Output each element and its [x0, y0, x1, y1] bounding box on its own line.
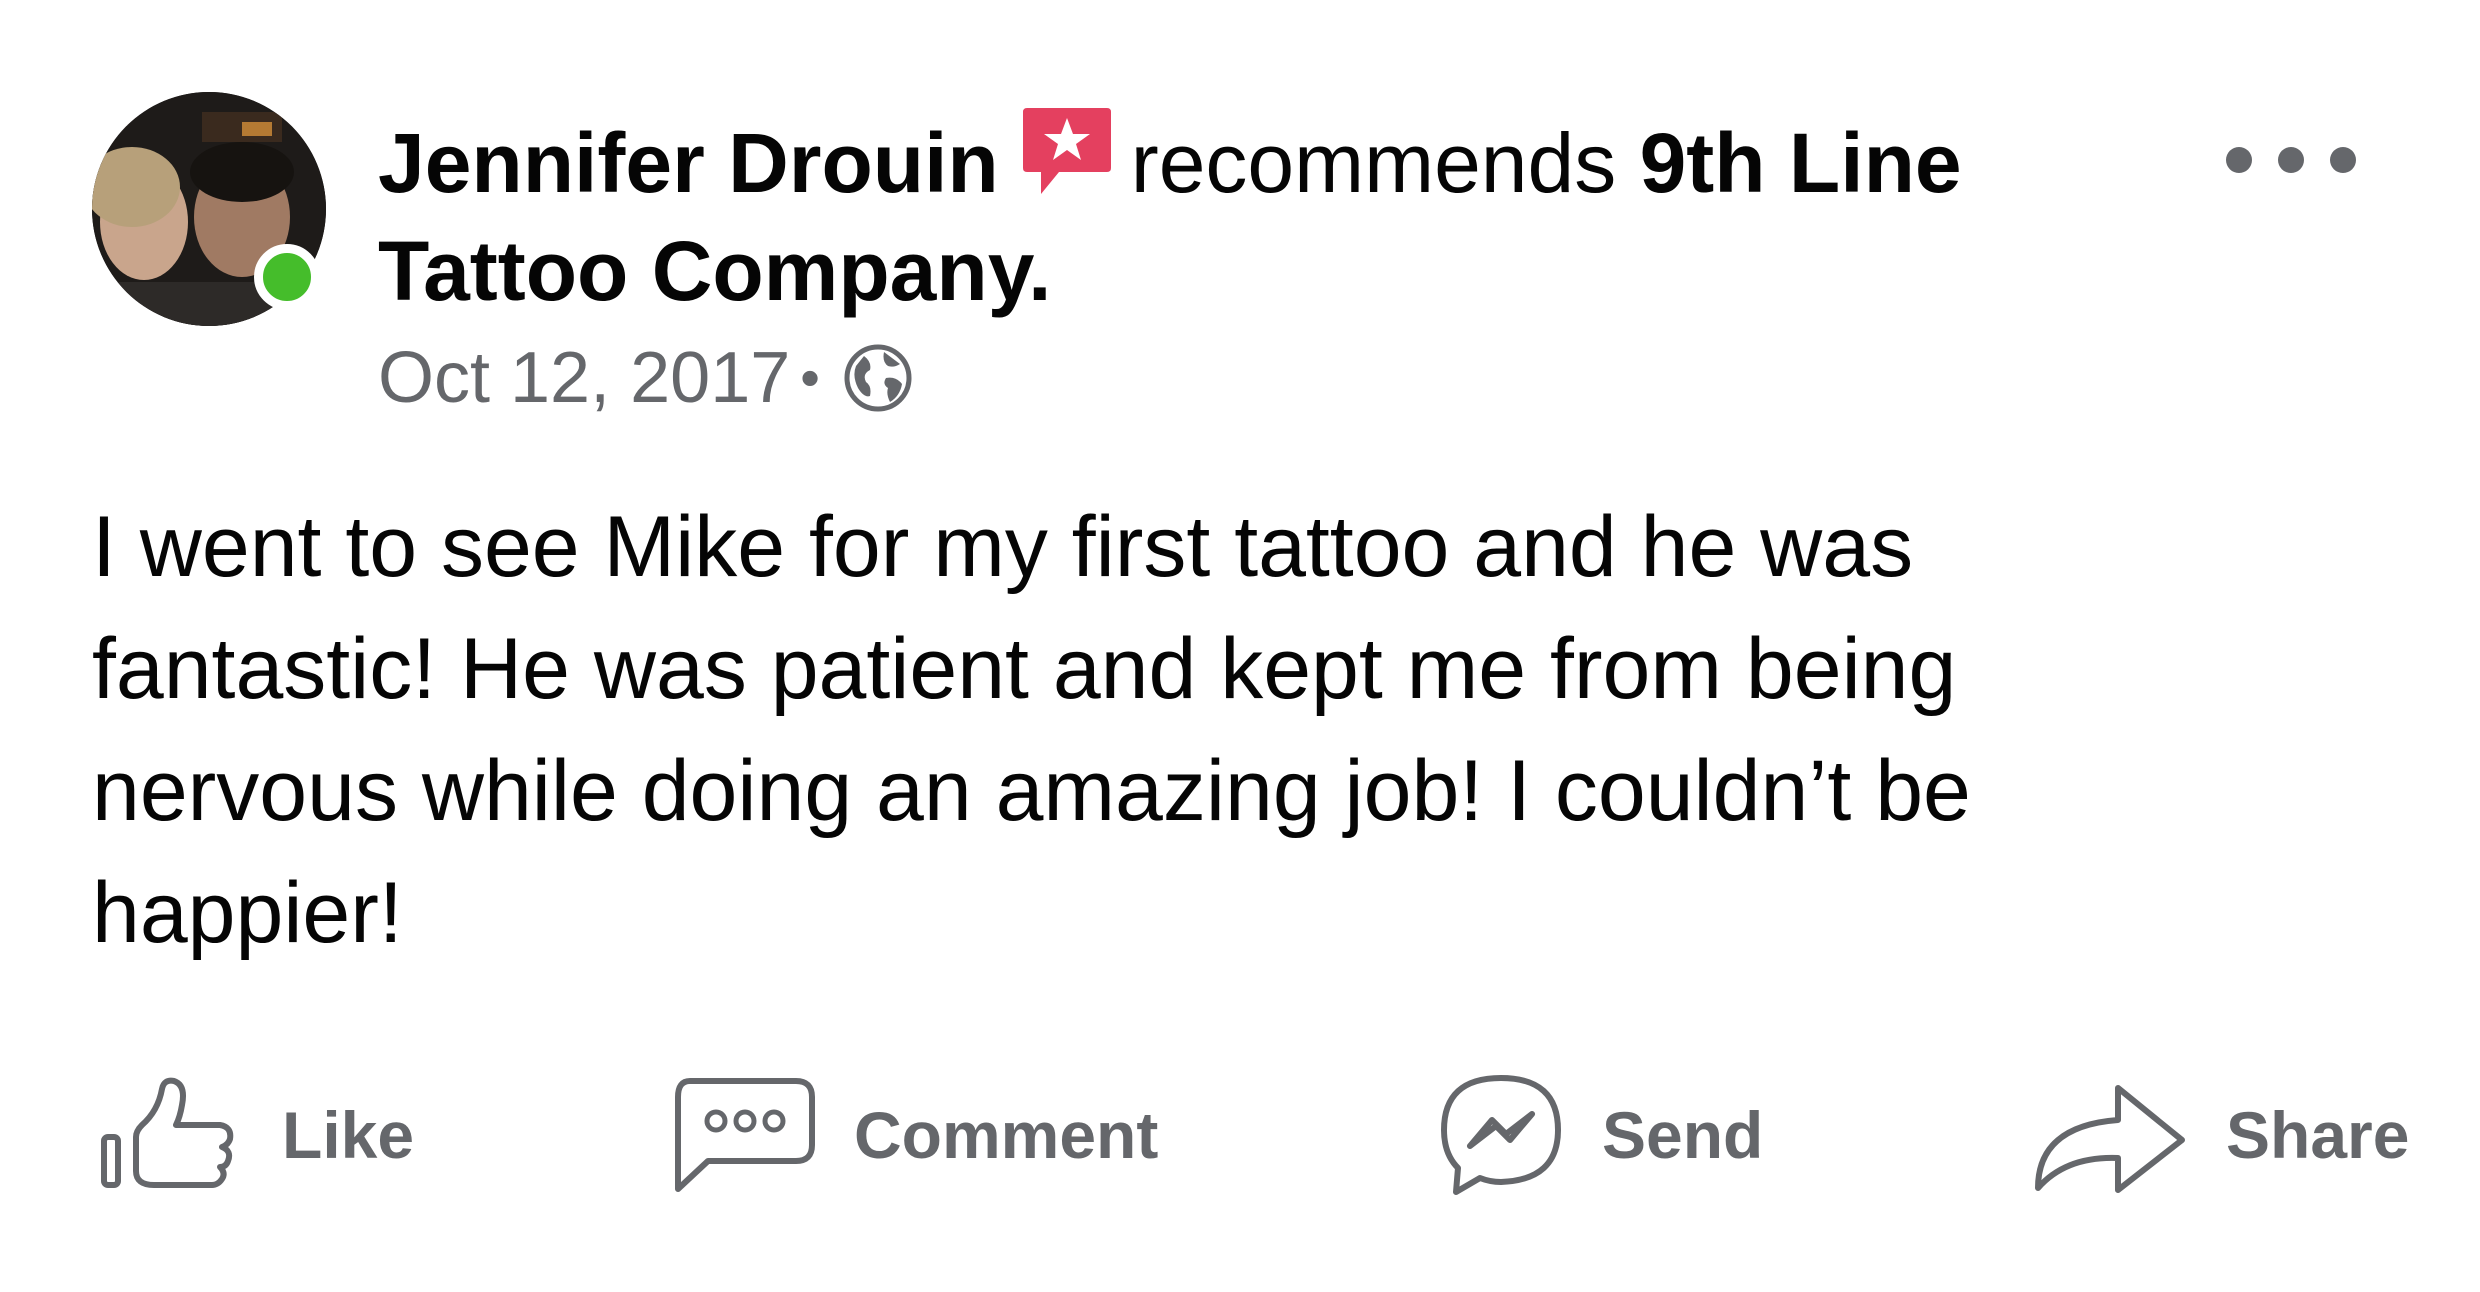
more-dot-icon	[2330, 147, 2356, 173]
recommendation-star-icon	[1019, 104, 1115, 221]
post-meta: Oct 12, 2017 •	[378, 338, 914, 418]
messenger-icon	[1436, 1072, 1566, 1198]
more-dot-icon	[2278, 147, 2304, 173]
meta-separator: •	[800, 346, 820, 409]
online-status-indicator	[254, 244, 320, 310]
send-button[interactable]: Send	[1436, 1060, 1763, 1210]
post-date[interactable]: Oct 12, 2017	[378, 338, 790, 418]
comment-label: Comment	[854, 1098, 1159, 1172]
post-message: I went to see Mike for my first tattoo a…	[92, 499, 1971, 961]
more-dot-icon	[2226, 147, 2252, 173]
post-headline: Jennifer Drouin recommends 9th Line Tatto…	[378, 104, 2038, 321]
thumbs-up-icon	[96, 1075, 246, 1195]
author-name[interactable]: Jennifer Drouin	[378, 116, 999, 210]
share-label: Share	[2226, 1098, 2410, 1172]
share-button[interactable]: Share	[2030, 1060, 2409, 1210]
share-arrow-icon	[2030, 1070, 2190, 1200]
send-label: Send	[1602, 1098, 1764, 1172]
recommendation-post: Jennifer Drouin recommends 9th Line Tatto…	[0, 0, 2480, 1292]
comment-bubble-icon	[668, 1075, 818, 1195]
like-label: Like	[282, 1098, 415, 1172]
comment-button[interactable]: Comment	[668, 1060, 1158, 1210]
like-button[interactable]: Like	[96, 1060, 414, 1210]
globe-icon[interactable]	[842, 342, 914, 414]
more-options-button[interactable]	[2226, 140, 2356, 180]
post-actions-bar: Like Comment Send Share	[0, 1060, 2480, 1210]
action-verb: recommends	[1130, 116, 1617, 210]
